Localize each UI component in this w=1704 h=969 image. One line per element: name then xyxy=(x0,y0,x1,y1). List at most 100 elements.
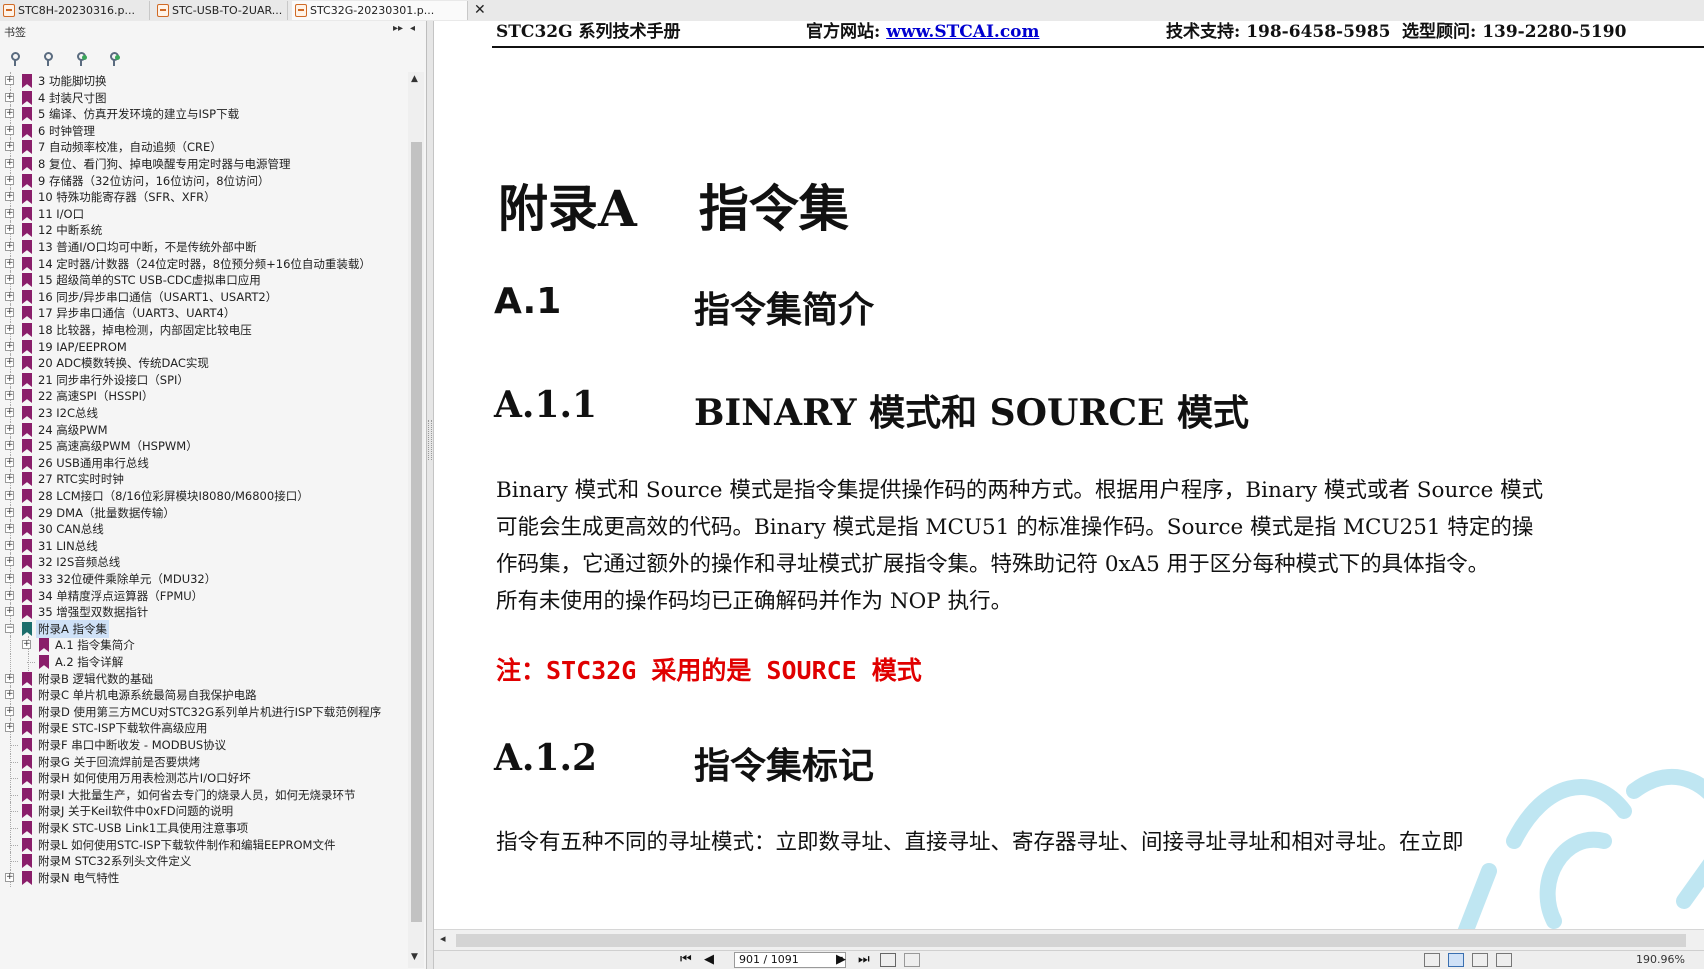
bookmark-add-icon[interactable] xyxy=(74,51,90,67)
bookmark-item[interactable]: +15 超级简单的STC USB-CDC虚拟串口应用 xyxy=(0,271,408,289)
continuous-page-icon[interactable] xyxy=(1448,953,1464,967)
expand-node-icon[interactable]: + xyxy=(5,557,14,566)
bookmark-item[interactable]: + 附录N 电气特性 xyxy=(0,869,408,887)
expand-node-icon[interactable]: + xyxy=(5,723,14,732)
expand-node-icon[interactable]: + xyxy=(22,640,31,649)
bookmark-item[interactable]: +33 32位硬件乘除单元（MDU32） xyxy=(0,570,408,588)
bookmark-item[interactable]: + 附录C 单片机电源系统最简易自我保护电路 xyxy=(0,686,408,704)
scroll-thumb[interactable] xyxy=(411,142,422,922)
expand-node-icon[interactable]: + xyxy=(5,259,14,268)
expand-node-icon[interactable]: + xyxy=(5,325,14,334)
bookmark-item[interactable]: +8 复位、看门狗、掉电唤醒专用定时器与电源管理 xyxy=(0,155,408,173)
bookmark-item[interactable]: 附录J 关于Keil软件中0xFD问题的说明 xyxy=(0,802,408,820)
bookmark-item[interactable]: +13 普通I/O口均可中断，不是传统外部中断 xyxy=(0,238,408,256)
bookmark-item[interactable]: A.2 指令详解 xyxy=(0,653,408,671)
last-page-icon[interactable]: ⏭ xyxy=(858,952,870,968)
expand-node-icon[interactable]: + xyxy=(5,508,14,517)
tab-stc8h[interactable]: STC8H-20230316.p... xyxy=(0,1,150,20)
expand-node-icon[interactable]: + xyxy=(5,690,14,699)
bookmark-item[interactable]: +27 RTC实时时钟 xyxy=(0,470,408,488)
horizontal-scrollbar[interactable]: ◂ xyxy=(434,929,1704,950)
expand-node-icon[interactable]: + xyxy=(5,76,14,85)
expand-node-icon[interactable]: + xyxy=(5,176,14,185)
expand-node-icon[interactable]: + xyxy=(5,391,14,400)
expand-node-icon[interactable]: + xyxy=(5,375,14,384)
previous-page-icon[interactable]: ◀ xyxy=(704,952,714,968)
expand-node-icon[interactable]: + xyxy=(5,707,14,716)
tab-stc-usb[interactable]: STC-USB-TO-2UAR... xyxy=(154,1,288,20)
expand-node-icon[interactable]: + xyxy=(5,591,14,600)
bookmark-item[interactable]: +3 功能脚切换 xyxy=(0,72,408,90)
scroll-left-icon[interactable]: ◂ xyxy=(440,932,446,945)
expand-node-icon[interactable]: + xyxy=(5,275,14,284)
website-link[interactable]: www.STCAI.com xyxy=(886,22,1039,42)
expand-node-icon[interactable]: + xyxy=(5,574,14,583)
close-tab-icon[interactable]: ✕ xyxy=(474,1,486,20)
next-page-icon[interactable]: ▶ xyxy=(836,952,846,968)
expand-node-icon[interactable]: + xyxy=(5,109,14,118)
bookmark-item[interactable]: +35 增强型双数据指针 xyxy=(0,603,408,621)
expand-node-icon[interactable]: + xyxy=(5,458,14,467)
next-view-icon[interactable] xyxy=(904,953,920,967)
panel-splitter[interactable] xyxy=(427,21,434,969)
scroll-up-icon[interactable]: ▲ xyxy=(411,74,418,84)
expand-node-icon[interactable]: + xyxy=(5,425,14,434)
expand-node-icon[interactable]: + xyxy=(5,541,14,550)
single-page-icon[interactable] xyxy=(1424,953,1440,967)
scroll-down-icon[interactable]: ▼ xyxy=(411,952,418,962)
bookmark-item[interactable]: +28 LCM接口（8/16位彩屏模块I8080/M6800接口） xyxy=(0,487,408,505)
expand-node-icon[interactable]: + xyxy=(5,192,14,201)
previous-view-icon[interactable] xyxy=(880,953,896,967)
continuous-facing-icon[interactable] xyxy=(1496,953,1512,967)
expand-node-icon[interactable]: + xyxy=(5,358,14,367)
bookmark-item[interactable]: +18 比较器，掉电检测，内部固定比较电压 xyxy=(0,321,408,339)
document-view[interactable]: STC32G 系列技术手册 官方网站: www.STCAI.com 技术支持: … xyxy=(434,21,1704,950)
bookmark-item[interactable]: +17 异步串口通信（UART3、UART4） xyxy=(0,304,408,322)
bookmark-search-icon[interactable] xyxy=(8,51,24,67)
zoom-level[interactable]: 190.96% xyxy=(1636,952,1685,968)
expand-node-icon[interactable]: + xyxy=(5,524,14,533)
bookmark-find-icon[interactable] xyxy=(41,51,57,67)
bookmark-item[interactable]: + 附录E STC-ISP下载软件高级应用 xyxy=(0,719,408,737)
expand-node-icon[interactable]: + xyxy=(5,491,14,500)
expand-node-icon[interactable]: + xyxy=(5,607,14,616)
bookmark-item[interactable]: 附录M STC32系列头文件定义 xyxy=(0,852,408,870)
splitter-grip[interactable] xyxy=(428,420,432,460)
bookmark-item[interactable]: +5 编译、仿真开发环境的建立与ISP下载 xyxy=(0,105,408,123)
expand-node-icon[interactable]: + xyxy=(5,242,14,251)
expand-node-icon[interactable]: + xyxy=(5,441,14,450)
bookmark-item[interactable]: +30 CAN总线 xyxy=(0,520,408,538)
bookmark-item[interactable]: + A.1 指令集简介 xyxy=(0,636,408,654)
expand-node-icon[interactable]: + xyxy=(5,126,14,135)
page-number-field[interactable]: 901 / 1091 ▼ xyxy=(734,952,846,968)
bookmark-item[interactable]: 附录F 串口中断收发 - MODBUS协议 xyxy=(0,736,408,754)
expand-node-icon[interactable]: + xyxy=(5,873,14,882)
expand-node-icon[interactable]: + xyxy=(5,408,14,417)
expand-node-icon[interactable]: + xyxy=(5,308,14,317)
bookmark-item[interactable]: +32 I2S音频总线 xyxy=(0,553,408,571)
expand-node-icon[interactable]: + xyxy=(5,209,14,218)
bookmark-item[interactable]: 附录K STC-USB Link1工具使用注意事项 xyxy=(0,819,408,837)
bookmark-item[interactable]: +7 自动频率校准，自动追频（CRE） xyxy=(0,138,408,156)
expand-panel-icon[interactable]: ▸▸ xyxy=(393,23,403,34)
expand-node-icon[interactable]: + xyxy=(5,474,14,483)
expand-node-icon[interactable]: + xyxy=(5,225,14,234)
bookmark-item[interactable]: +10 特殊功能寄存器（SFR、XFR） xyxy=(0,188,408,206)
first-page-icon[interactable]: ⏮ xyxy=(680,952,692,968)
expand-node-icon[interactable]: + xyxy=(5,142,14,151)
expand-node-icon[interactable]: + xyxy=(5,159,14,168)
bookmark-item[interactable]: +23 I2C总线 xyxy=(0,404,408,422)
expand-node-icon[interactable]: + xyxy=(5,93,14,102)
tab-stc32g[interactable]: STC32G-20230301.p... xyxy=(292,1,468,20)
collapse-panel-icon[interactable]: ◂ xyxy=(410,23,415,34)
bookmark-item[interactable]: 附录H 如何使用万用表检测芯片I/O口好坏 xyxy=(0,769,408,787)
collapse-node-icon[interactable]: − xyxy=(5,624,14,633)
bookmark-item[interactable]: +12 中断系统 xyxy=(0,221,408,239)
expand-node-icon[interactable]: + xyxy=(5,674,14,683)
horizontal-scroll-thumb[interactable] xyxy=(456,934,1686,947)
bookmark-goto-icon[interactable] xyxy=(107,51,123,67)
bookmark-item[interactable]: +20 ADC模数转换、传统DAC实现 xyxy=(0,354,408,372)
expand-node-icon[interactable]: + xyxy=(5,292,14,301)
bookmark-item[interactable]: +25 高速高级PWM（HSPWM） xyxy=(0,437,408,455)
expand-node-icon[interactable]: + xyxy=(5,342,14,351)
